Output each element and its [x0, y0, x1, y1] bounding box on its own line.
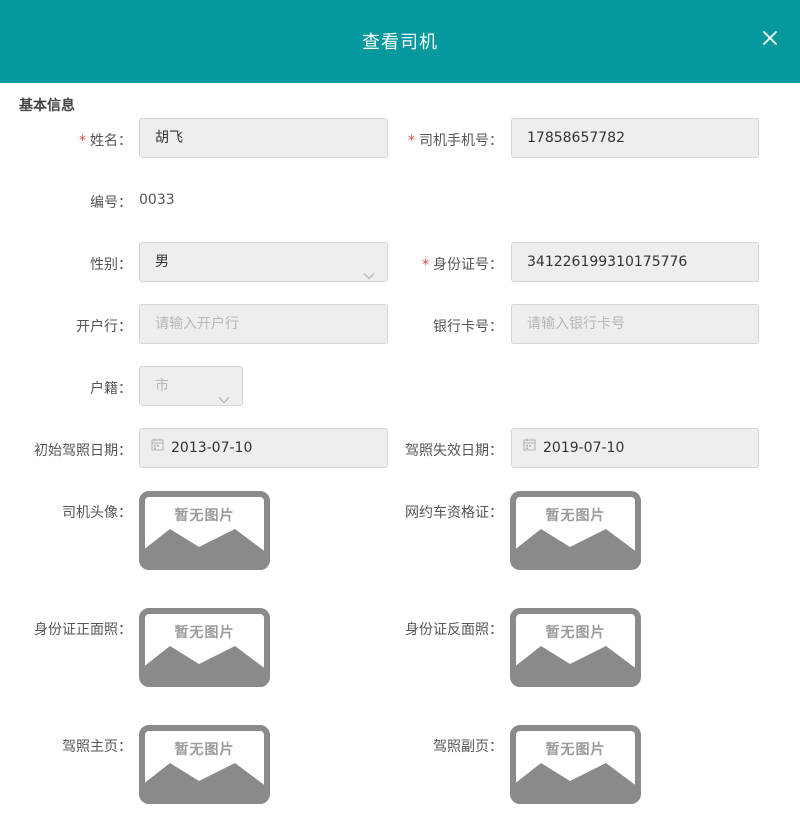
phone-field[interactable]: 17858657782: [511, 118, 759, 158]
no-image-text: 暂无图片: [174, 742, 235, 758]
calendar-icon: [523, 429, 536, 466]
avatar-image-placeholder: 暂无图片: [139, 491, 270, 570]
number-label: 编号：: [90, 195, 132, 211]
license-main-label: 驾照主页：: [62, 739, 132, 755]
phone-label: * 司机手机号：: [408, 133, 503, 149]
license-start-date[interactable]: 2013-07-10: [139, 428, 388, 468]
id-back-image-placeholder: 暂无图片: [510, 608, 641, 687]
id-back-label: 身份证反面照：: [405, 622, 503, 638]
license-main-image-placeholder: 暂无图片: [139, 725, 270, 804]
taxi-cert-label: 网约车资格证：: [405, 505, 503, 521]
license-expiry-value: 2019-07-10: [543, 440, 625, 456]
id-front-image-placeholder: 暂无图片: [139, 608, 270, 687]
name-label: * 姓名：: [79, 133, 132, 149]
no-image-text: 暂无图片: [545, 742, 606, 758]
bank-label: 开户行：: [76, 319, 132, 335]
no-image-text: 暂无图片: [545, 625, 606, 641]
no-image-text: 暂无图片: [545, 508, 606, 524]
bank-card-field[interactable]: 请输入银行卡号: [511, 304, 759, 344]
chevron-down-icon: [363, 257, 375, 281]
license-sub-image-placeholder: 暂无图片: [510, 725, 641, 804]
dialog-title: 查看司机: [362, 32, 438, 53]
license-expiry-date[interactable]: 2019-07-10: [511, 428, 759, 468]
close-icon[interactable]: [762, 30, 778, 46]
required-mark: *: [79, 133, 86, 149]
required-mark: *: [422, 257, 429, 273]
calendar-icon: [151, 429, 164, 466]
chevron-down-icon: [218, 381, 230, 405]
household-value: 市: [155, 378, 169, 394]
license-start-label: 初始驾照日期：: [34, 443, 132, 459]
license-sub-label: 驾照副页：: [433, 739, 503, 755]
no-image-text: 暂无图片: [174, 625, 235, 641]
required-mark: *: [408, 133, 415, 149]
bank-field[interactable]: 请输入开户行: [139, 304, 388, 344]
number-value: 0033: [139, 192, 175, 208]
gender-select[interactable]: 男: [139, 242, 388, 282]
name-field[interactable]: 胡飞: [139, 118, 388, 158]
license-start-value: 2013-07-10: [171, 440, 253, 456]
section-title: 基本信息: [19, 98, 75, 114]
id-card-field[interactable]: 341226199310175776: [511, 242, 759, 282]
license-expiry-label: 驾照失效日期：: [405, 443, 503, 459]
bank-card-label: 银行卡号：: [433, 319, 503, 335]
avatar-label: 司机头像：: [62, 505, 132, 521]
id-card-label: * 身份证号：: [422, 257, 503, 273]
household-label: 户籍：: [90, 381, 132, 397]
id-front-label: 身份证正面照：: [34, 622, 132, 638]
dialog-header: 查看司机: [0, 0, 800, 83]
no-image-text: 暂无图片: [174, 508, 235, 524]
taxi-cert-image-placeholder: 暂无图片: [510, 491, 641, 570]
gender-value: 男: [155, 254, 169, 270]
gender-label: 性别：: [90, 257, 132, 273]
household-select[interactable]: 市: [139, 366, 243, 406]
